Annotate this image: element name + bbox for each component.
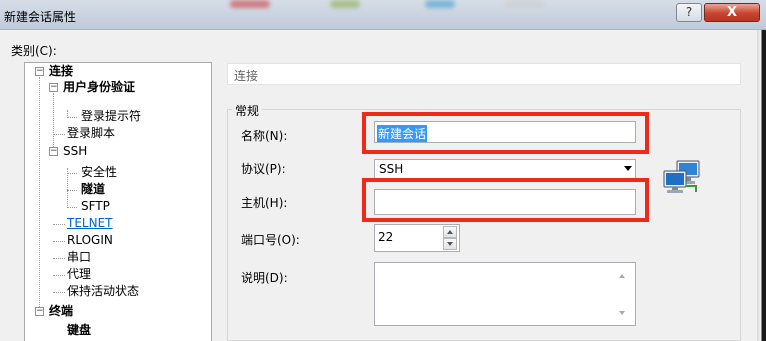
network-computers-icon [663,160,700,193]
port-decrement-button[interactable] [443,238,457,250]
tree-connector [67,168,68,208]
tree-item-proxy[interactable]: 代理 [67,267,91,282]
section-title: 连接 [234,69,259,83]
host-label: 主机(H): [241,196,288,210]
dropdown-arrow-icon [624,166,632,171]
tree-item-login-prompts[interactable]: 登录提示符 [81,109,141,124]
port-label: 端口号(O): [241,233,300,247]
tree-connector [53,275,65,276]
scroll-down-icon [619,311,625,315]
category-label: 类别(C): [11,44,57,58]
category-tree[interactable]: − 连接 − 用户身份验证 登录提示符 登录脚本 − SSH 安全性 隧道 SF… [24,62,212,341]
name-label: 名称(N): [241,129,288,143]
background-blur [505,0,545,8]
highlight-box-host [362,178,649,222]
collapse-icon[interactable]: − [35,307,44,316]
tree-item-keyboard[interactable]: 键盘 [67,323,91,338]
tree-connector [67,117,77,118]
highlight-box-name [362,112,649,154]
tree-item-telnet[interactable]: TELNET [67,216,113,231]
close-button[interactable]: X [704,3,760,22]
tree-connector [67,190,77,191]
background-blur [330,0,360,8]
tree-item-login-script[interactable]: 登录脚本 [67,126,115,141]
group-title: 常规 [232,102,263,119]
tree-item-connection[interactable]: 连接 [49,64,73,79]
tree-connector [67,173,77,174]
help-button[interactable]: ? [676,3,702,22]
tree-item-keepalive[interactable]: 保持活动状态 [67,284,139,299]
window-title: 新建会话属性 [4,10,77,24]
protocol-label: 协议(P): [241,162,286,176]
description-field[interactable] [374,262,636,326]
tree-connector [53,224,65,225]
protocol-value: SSH [379,162,404,176]
tree-connector [53,241,65,242]
scroll-up-icon [619,274,625,278]
tree-item-sftp[interactable]: SFTP [81,199,110,214]
tree-item-ssh[interactable]: SSH [63,144,87,159]
tree-item-rlogin[interactable]: RLOGIN [67,233,113,248]
tree-connector [53,258,65,259]
tree-item-terminal[interactable]: 终端 [49,304,73,319]
tree-item-security[interactable]: 安全性 [81,165,117,180]
tree-connector [67,207,77,208]
protocol-select[interactable]: SSH [374,159,636,179]
tree-item-serial[interactable]: 串口 [67,250,91,265]
collapse-icon[interactable]: − [49,147,58,156]
tree-connector [53,134,65,135]
tree-connector [53,292,65,293]
collapse-icon[interactable]: − [35,67,44,76]
port-increment-button[interactable] [443,226,457,238]
up-arrow-icon [447,230,453,234]
section-header: 连接 [227,63,741,85]
tree-item-tunnel[interactable]: 隧道 [81,182,105,197]
tree-connector [53,93,54,151]
title-bar: 新建会话属性 ? X [0,0,766,30]
description-label: 说明(D): [241,271,288,285]
dialog-body: 类别(C): − 连接 − 用户身份验证 登录提示符 登录脚本 − SSH 安全… [0,30,766,341]
background-blur [425,0,455,8]
tree-item-auth[interactable]: 用户身份验证 [63,80,135,95]
down-arrow-icon [447,242,453,246]
tree-connector [39,77,40,313]
background-blur [230,0,270,8]
port-value: 22 [378,230,394,244]
port-spinbox[interactable]: 22 [374,224,460,252]
collapse-icon[interactable]: − [49,83,58,92]
window-edge [757,30,766,341]
